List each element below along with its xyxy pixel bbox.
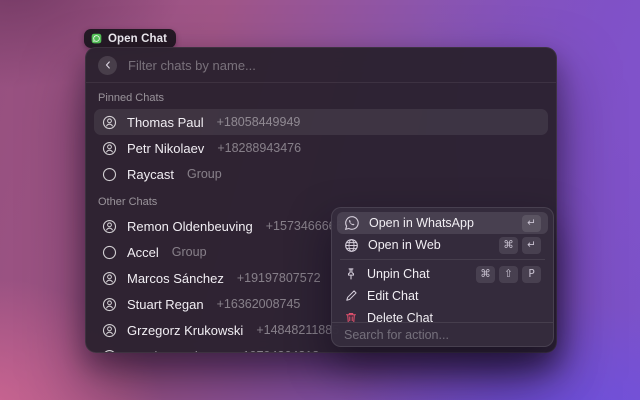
action-item[interactable]: Open in WhatsApp↵ [337,212,548,234]
action-item[interactable]: Delete Chat [337,307,548,322]
contact-icon [102,271,117,286]
chat-row[interactable]: Thomas Paul +18058449949 [94,109,548,135]
action-label: Delete Chat [367,311,541,322]
contact-icon [102,349,117,353]
action-label: Open in Web [368,238,499,252]
action-label: Unpin Chat [367,267,476,281]
open-chat-tooltip: Open Chat [84,29,176,48]
action-item[interactable]: Unpin Chat⌘⇧P [337,263,548,285]
chat-detail: +18288943476 [217,141,301,155]
chat-name: Grzegorz Krukowski [127,323,243,338]
shortcut-keys: ↵ [522,215,541,232]
chat-detail: Group [172,245,207,259]
whatsapp-icon [344,215,360,231]
key-badge: P [522,266,541,283]
desktop-background: Open Chat Filter chats by name... Pinned… [0,0,640,400]
group-circle-icon [102,167,117,182]
chat-name: Accel [127,245,159,260]
key-badge: ↵ [522,237,541,254]
chat-name: Marcos Sánchez [127,271,224,286]
chevron-left-icon [103,58,113,73]
contact-icon [102,141,117,156]
group-circle-icon [102,245,117,260]
action-menu-list: Open in WhatsApp↵Open in Web⌘↵Unpin Chat… [332,208,553,322]
contact-icon [102,297,117,312]
chat-detail: +19794864818 [235,349,319,352]
search-header: Filter chats by name... [86,48,556,83]
action-item[interactable]: Edit Chat [337,285,548,307]
action-label: Edit Chat [367,289,541,303]
contact-icon [102,115,117,130]
filter-chats-input[interactable]: Filter chats by name... [128,58,256,73]
tooltip-label: Open Chat [108,33,167,45]
chat-row[interactable]: Raycast Group [94,161,548,187]
back-button[interactable] [98,56,117,75]
contact-icon [102,323,117,338]
action-menu: Open in WhatsApp↵Open in Web⌘↵Unpin Chat… [331,207,554,347]
whatsapp-green-icon [91,33,102,44]
chat-name: Thomas Paul [127,115,204,130]
key-badge: ⌘ [476,266,495,283]
action-menu-footer: Search for action... [332,322,553,346]
chat-detail: +18058449949 [217,115,301,129]
key-badge: ⌘ [499,237,518,254]
chat-name: Petr Nikolaev [127,141,204,156]
globe-icon [344,238,359,253]
pencil-icon [344,289,358,303]
shortcut-keys: ⌘↵ [499,237,541,254]
chat-name: Stuart Regan [127,297,204,312]
chat-name: Raycast [127,167,174,182]
chat-row[interactable]: Petr Nikolaev +18288943476 [94,135,548,161]
section-title: Pinned Chats [98,92,544,104]
chat-detail: Group [187,167,222,181]
chat-name: Sandy Krupkova [127,349,222,353]
menu-divider [340,259,545,260]
chat-detail: +14848211885 [256,323,339,337]
chat-detail: +19197807572 [237,271,321,285]
key-badge: ⇧ [499,266,518,283]
action-search-input[interactable]: Search for action... [344,328,449,342]
contact-icon [102,219,117,234]
trash-icon [344,311,358,322]
key-badge: ↵ [522,215,541,232]
chat-name: Remon Oldenbeuving [127,219,253,234]
action-label: Open in WhatsApp [369,216,522,230]
action-item[interactable]: Open in Web⌘↵ [337,234,548,256]
shortcut-keys: ⌘⇧P [476,266,541,283]
pin-icon [344,267,358,281]
chat-detail: +16362008745 [217,297,301,311]
